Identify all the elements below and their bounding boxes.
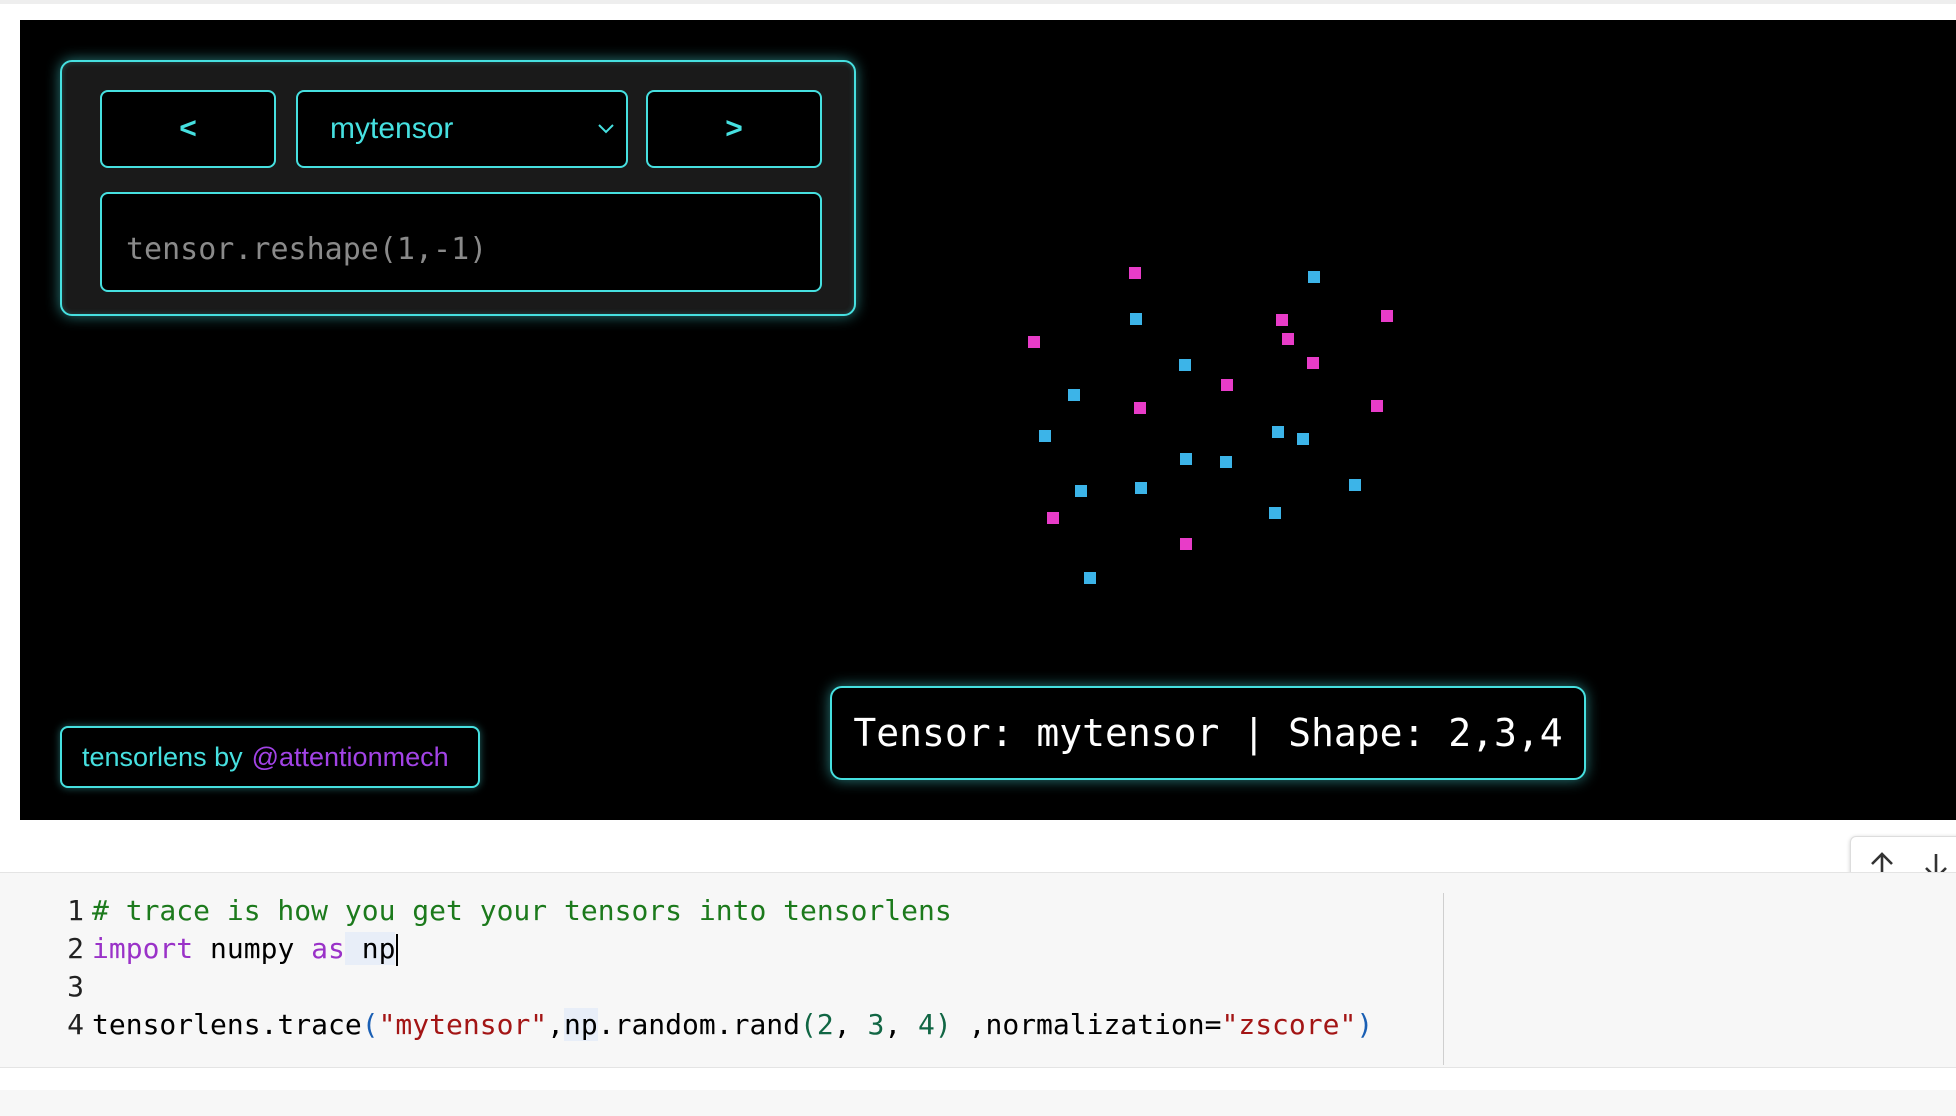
string-literal: "zscore" [1221,1008,1357,1041]
point [1134,402,1146,414]
line-number: 1 [67,894,84,927]
point [1039,430,1051,442]
code-divider [1443,893,1444,1065]
point [1180,538,1192,550]
point [1381,310,1393,322]
point [1269,507,1281,519]
string-literal: "mytensor" [378,1008,548,1041]
code-line-1: 1 # trace is how you get your tensors int… [56,892,952,930]
method-call: .random.rand [597,1008,801,1041]
point [1129,267,1141,279]
text-cursor [396,934,399,966]
line-number: 2 [67,932,84,965]
top-strip [0,0,1956,4]
point [1068,389,1080,401]
tensorlens-output: < mytensor > tensor.reshape(1,-1) tensor… [20,20,1956,820]
keyword-as: as [311,932,345,965]
next-cell [0,1090,1956,1116]
credit-badge: tensorlens by @attentionmech [60,726,480,788]
point [1047,512,1059,524]
point [1276,314,1288,326]
code-cell[interactable]: 1 # trace is how you get your tensors int… [0,872,1956,1068]
alias-name: np [344,932,396,965]
np-reference: np [564,1008,598,1041]
comma: , [547,1008,565,1041]
function-call: tensorlens.trace [92,1008,362,1041]
point [1272,426,1284,438]
code-line-2: 2 import numpy as np [56,930,399,968]
code-comment: # trace is how you get your tensors into… [92,894,952,927]
number-literal: 3 [867,1008,885,1041]
credit-text: tensorlens by [82,741,243,772]
paren: ( [800,1008,817,1041]
point [1084,572,1096,584]
point [1308,271,1320,283]
point [1130,313,1142,325]
point [1075,485,1087,497]
line-number: 4 [67,1008,84,1041]
point [1307,357,1319,369]
number-literal: 4 [918,1008,935,1041]
point [1371,400,1383,412]
paren: ( [361,1008,379,1041]
point [1349,479,1361,491]
paren: ) [934,1008,952,1041]
point [1220,456,1232,468]
point [1180,453,1192,465]
tensor-info-bar: Tensor: mytensor | Shape: 2,3,4 [830,686,1586,780]
point [1282,333,1294,345]
line-number: 3 [67,970,84,1003]
code-line-3: 3 [56,968,92,1006]
number-literal: 2 [816,1008,834,1041]
paren: ) [1356,1008,1374,1041]
keyword-argument: ,normalization= [951,1008,1222,1041]
keyword-import: import [92,932,194,965]
separator: , [884,1008,919,1041]
point [1028,336,1040,348]
point [1135,482,1147,494]
code-line-4: 4 tensorlens.trace("mytensor",np.random.r… [56,1006,1373,1044]
point [1221,379,1233,391]
point [1297,433,1309,445]
point [1179,359,1191,371]
separator: , [833,1008,868,1041]
author-link[interactable]: @attentionmech [252,742,449,773]
module-name: numpy [193,932,312,965]
